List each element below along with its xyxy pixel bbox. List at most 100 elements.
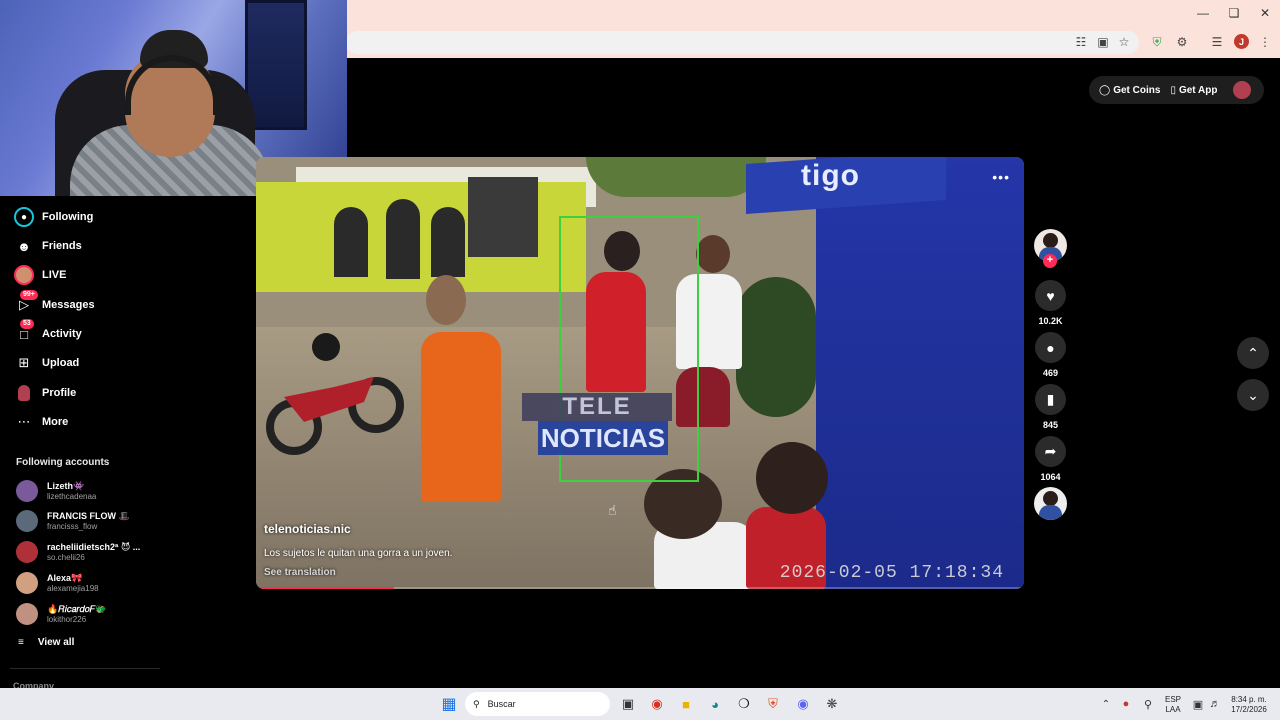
previous-video-button[interactable]: ⌃ bbox=[1237, 337, 1269, 369]
view-all-button[interactable]: ≡ View all bbox=[18, 637, 74, 648]
comment-count: 469 bbox=[1042, 368, 1059, 378]
volume-icon[interactable]: ♬ bbox=[1205, 694, 1225, 714]
top-actions: ◯ Get Coins ▯ Get App bbox=[1089, 76, 1264, 104]
coin-icon: ◯ bbox=[1099, 84, 1111, 96]
obs-icon[interactable]: ❍ bbox=[734, 694, 754, 714]
like-count: 10.2K bbox=[1038, 316, 1063, 326]
follow-plus-button[interactable]: + bbox=[1043, 254, 1057, 268]
edge-icon[interactable]: ◕ bbox=[705, 694, 725, 714]
nav-messages[interactable]: ▷ 99+ Messages bbox=[14, 290, 95, 316]
account-avatar bbox=[16, 541, 38, 563]
chevron-up-icon: ⌃ bbox=[1247, 344, 1259, 361]
see-translation-link[interactable]: See translation bbox=[264, 567, 336, 578]
shield-extension-icon[interactable]: ⛨ bbox=[1148, 33, 1166, 51]
nav-more[interactable]: ⋯ More bbox=[14, 411, 69, 433]
get-coins-button[interactable]: ◯ Get Coins bbox=[1099, 85, 1160, 96]
person-head bbox=[426, 275, 466, 325]
discord-icon[interactable]: ◉ bbox=[793, 694, 813, 714]
nav-activity[interactable]: □ 53 Activity bbox=[14, 319, 82, 345]
nav-friends[interactable]: ☻ Friends bbox=[14, 235, 82, 257]
person-orange-vest bbox=[421, 332, 501, 502]
user-avatar[interactable] bbox=[1233, 81, 1252, 99]
video-more-icon[interactable]: ••• bbox=[992, 169, 1010, 185]
account-item[interactable]: Alexa🎀 alexamejia198 bbox=[16, 569, 99, 597]
friends-icon: ☻ bbox=[17, 238, 31, 254]
account-avatar bbox=[16, 480, 38, 502]
upload-plus-icon: ⊞ bbox=[18, 355, 30, 370]
video-progress-fill bbox=[256, 587, 395, 589]
nav-upload[interactable]: ⊞ Upload bbox=[14, 352, 80, 374]
account-avatar bbox=[16, 572, 38, 594]
app-icon[interactable]: ❋ bbox=[822, 694, 842, 714]
brave-icon[interactable]: ⛨ bbox=[763, 694, 783, 714]
person-head bbox=[696, 235, 730, 273]
video-author[interactable]: telenoticias.nic bbox=[264, 522, 351, 536]
translate-icon[interactable]: ☷ bbox=[1072, 33, 1090, 51]
search-icon: ⚲ bbox=[473, 698, 480, 709]
more-dots-icon: ⋯ bbox=[17, 414, 31, 429]
door-arch bbox=[386, 199, 420, 279]
following-icon: ● bbox=[14, 207, 34, 227]
save-count: 845 bbox=[1042, 420, 1059, 430]
account-item[interactable]: racheliidietsch2ª 😈 ... so.chelii26 bbox=[16, 538, 140, 566]
windows-start-icon[interactable]: ▦ bbox=[439, 694, 459, 714]
clock[interactable]: 8:34 p. m. 17/2/2026 bbox=[1224, 695, 1274, 715]
screen: — ❏ ✕ ☷ ▣ ☆ ⛨ ⚙ ☰ J ⋮ ◯ Get Coins ▯ Get … bbox=[0, 0, 1280, 720]
taskbar-search[interactable]: ⚲ Buscar bbox=[465, 692, 610, 716]
address-bar[interactable] bbox=[346, 31, 1139, 54]
account-avatar bbox=[16, 510, 38, 532]
plant bbox=[736, 277, 816, 417]
heart-icon: ♥ bbox=[1046, 287, 1055, 304]
metal-gate bbox=[468, 177, 538, 257]
account-avatar bbox=[16, 603, 38, 625]
like-button[interactable]: ♥ bbox=[1035, 280, 1066, 311]
person-head bbox=[756, 442, 828, 514]
video-progress-bar[interactable] bbox=[256, 587, 1024, 589]
close-icon[interactable]: ✕ bbox=[1250, 4, 1280, 22]
minimize-icon[interactable]: — bbox=[1188, 4, 1218, 22]
telenoticias-watermark: TELE NOTICIAS bbox=[522, 393, 672, 457]
live-icon bbox=[14, 265, 34, 285]
account-item[interactable]: 🔥𝑅𝑖𝑐𝑎𝑟𝑑𝑜𝐹🐲 lokithor226 bbox=[16, 600, 106, 628]
messages-badge: 99+ bbox=[20, 290, 38, 300]
task-view-icon[interactable]: ▣ bbox=[618, 694, 638, 714]
messages-icon: ▷ 99+ bbox=[14, 290, 38, 315]
bookmark-star-icon[interactable]: ☆ bbox=[1115, 33, 1133, 51]
account-item[interactable]: FRANCIS FLOW 🎩 francisss_flow bbox=[16, 507, 130, 535]
motorcycle bbox=[266, 333, 404, 455]
cast-icon[interactable]: ▣ bbox=[1094, 33, 1112, 51]
language-indicator[interactable]: ESP LAA bbox=[1160, 695, 1186, 715]
activity-icon: □ 53 bbox=[14, 319, 34, 344]
nav-following[interactable]: ● Following bbox=[14, 206, 93, 228]
share-count: 1064 bbox=[1040, 472, 1061, 482]
next-video-button[interactable]: ⌄ bbox=[1237, 379, 1269, 411]
music-disc-avatar[interactable] bbox=[1034, 487, 1067, 520]
divider bbox=[10, 668, 160, 669]
windows-taskbar: ▦ ⚲ Buscar ▣ ◉ ■ ◕ ❍ ⛨ ◉ ❋ ⌃ ● ⚲ ESP LAA… bbox=[0, 688, 1280, 720]
extensions-puzzle-icon[interactable]: ⚙ bbox=[1173, 33, 1191, 51]
video-caption: Los sujetos le quitan una gorra a un jov… bbox=[264, 548, 453, 559]
microphone-icon[interactable]: ⚲ bbox=[1138, 694, 1158, 714]
comment-icon: ● bbox=[1046, 339, 1055, 356]
window-arch bbox=[431, 207, 465, 277]
kebab-menu-icon[interactable]: ⋮ bbox=[1256, 33, 1274, 51]
tray-chevron-up-icon[interactable]: ⌃ bbox=[1096, 694, 1116, 714]
get-app-button[interactable]: ▯ Get App bbox=[1170, 85, 1217, 96]
save-button[interactable]: ▮ bbox=[1035, 384, 1066, 415]
profile-avatar-icon[interactable]: J bbox=[1234, 34, 1249, 49]
list-icon: ≡ bbox=[18, 637, 24, 648]
bookmark-icon: ▮ bbox=[1046, 391, 1055, 407]
phone-icon: ▯ bbox=[1170, 84, 1176, 96]
account-item[interactable]: Lizeth👾 lizethcadenaa bbox=[16, 477, 96, 505]
share-button[interactable]: ➦ bbox=[1035, 436, 1066, 467]
tray-app-icon[interactable]: ● bbox=[1116, 694, 1136, 714]
media-control-icon[interactable]: ☰ bbox=[1208, 33, 1226, 51]
nav-profile[interactable]: Profile bbox=[14, 382, 76, 404]
restore-icon[interactable]: ❏ bbox=[1219, 4, 1249, 22]
window-arch bbox=[334, 207, 368, 277]
chrome-icon[interactable]: ◉ bbox=[647, 694, 667, 714]
video-player[interactable]: tigo TELE NOTICIAS 2026-02-05 17:18:34 •… bbox=[256, 157, 1024, 589]
file-explorer-icon[interactable]: ■ bbox=[676, 694, 696, 714]
nav-live[interactable]: LIVE bbox=[14, 264, 66, 286]
comment-button[interactable]: ● bbox=[1035, 332, 1066, 363]
